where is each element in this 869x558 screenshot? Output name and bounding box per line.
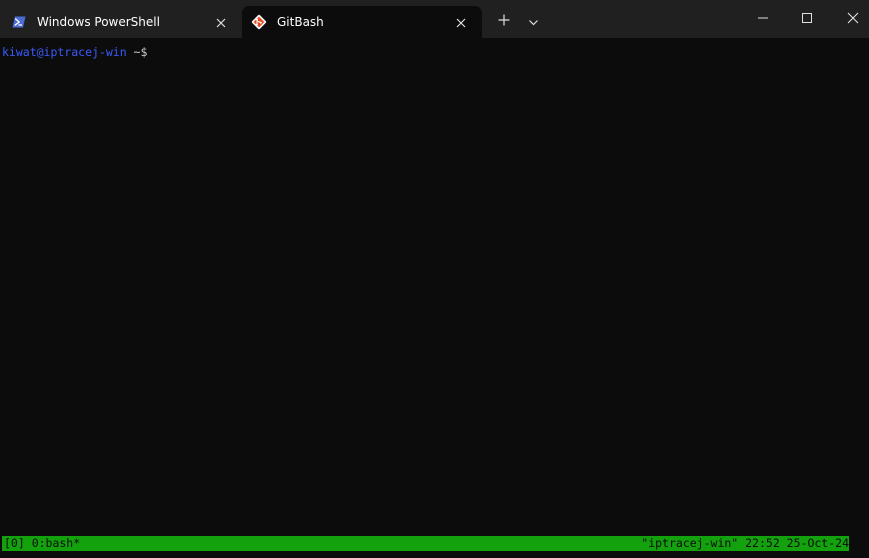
prompt-path: ~$ — [126, 45, 148, 59]
tmux-status-bar: [0] 0:bash* "iptracej-win" 22:52 25-Oct-… — [2, 536, 849, 551]
tab-label: GitBash — [277, 15, 324, 29]
status-window-list: [0] 0:bash* — [4, 536, 81, 550]
git-icon — [251, 14, 267, 30]
prompt-line: kiwat@iptracej-win ~$ — [2, 45, 147, 59]
close-icon[interactable] — [845, 10, 861, 26]
close-tab-icon[interactable] — [214, 15, 228, 29]
powershell-icon — [12, 14, 26, 28]
tab-windows-powershell[interactable]: Windows PowerShell — [0, 6, 241, 38]
plus-icon[interactable] — [496, 12, 512, 28]
chevron-down-icon[interactable] — [527, 14, 540, 27]
tab-bar: Windows PowerShell GitBash — [0, 0, 869, 38]
terminal-window: Windows PowerShell GitBash kiwat@iptrace… — [0, 0, 869, 558]
prompt-user-host: kiwat@iptracej-win — [2, 45, 127, 59]
tab-label: Windows PowerShell — [37, 15, 160, 29]
status-host-datetime: "iptracej-win" 22:52 25-Oct-24 — [641, 536, 849, 550]
minimize-icon[interactable] — [755, 10, 771, 26]
terminal-output[interactable]: kiwat@iptracej-win ~$ — [0, 38, 869, 558]
tab-gitbash[interactable]: GitBash — [242, 6, 482, 38]
maximize-icon[interactable] — [799, 10, 815, 26]
close-tab-icon[interactable] — [454, 15, 468, 29]
